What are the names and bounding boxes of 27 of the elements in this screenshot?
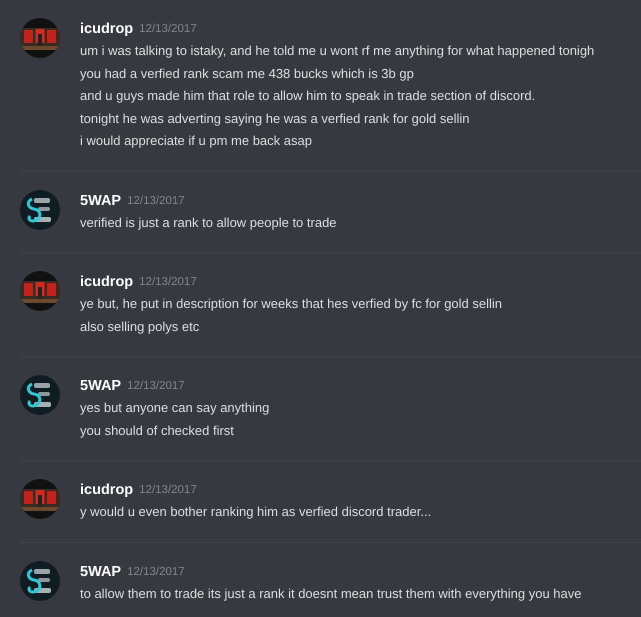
message-text: i would appreciate if u pm me back asap	[80, 132, 312, 150]
message-text: you had a verfied rank scam me 438 bucks which is 3b gp	[80, 64, 414, 83]
author-name[interactable]: 5WAP	[80, 564, 122, 580]
timestamp: 12/13/2017	[127, 566, 185, 578]
timestamp: 12/13/2017	[139, 23, 197, 35]
message-text: to allow them to trade its just a rank it doesnt mean trust them with everything you have	[80, 584, 582, 603]
timestamp: 12/13/2017	[127, 194, 185, 206]
message-text: y would u even bother ranking him as verfied discord trader...	[80, 503, 432, 521]
author-name[interactable]: icudrop	[80, 482, 134, 498]
emblem-icon	[20, 375, 60, 415]
message-text: and u guys made him that role to allow him to speak in trade section of discord.	[80, 87, 536, 105]
timestamp: 12/13/2017	[127, 380, 185, 392]
emblem-icon	[20, 190, 60, 230]
message-text: yes but anyone can say anything	[80, 399, 270, 417]
author-name[interactable]: icudrop	[80, 21, 134, 37]
message-text: verified is just a rank to allow people to trade	[80, 214, 337, 232]
message-text: um i was talking to istaky, and he told me u wont rf me anything for what happened tonigh	[80, 42, 594, 60]
message-text: also selling polys etc	[80, 318, 200, 336]
author-name[interactable]: icudrop	[80, 274, 134, 290]
emblem-icon	[20, 560, 60, 600]
timestamp: 12/13/2017	[139, 276, 197, 288]
author-name[interactable]: 5WAP	[80, 378, 122, 394]
message-text: you should of checked first	[80, 422, 234, 440]
timestamp: 12/13/2017	[139, 484, 197, 496]
author-name[interactable]: 5WAP	[80, 192, 122, 208]
message-text: tonight he was adverting saying he was a verfied rank for gold sellin	[80, 110, 470, 128]
message-text: ye but, he put in description for weeks that hes verfied by fc for gold sellin	[80, 295, 502, 313]
